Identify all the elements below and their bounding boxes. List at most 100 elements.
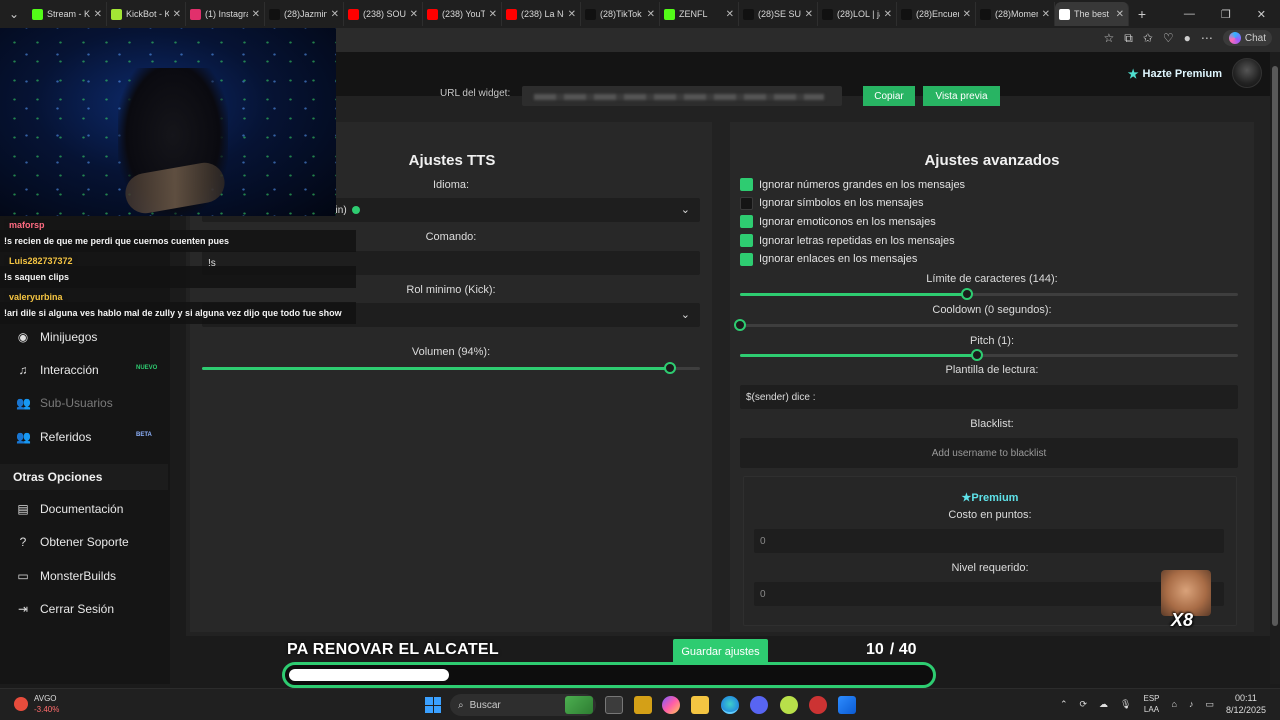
- sidebar-item-subusuarios[interactable]: 👥 Sub-Usuarios: [16, 396, 113, 410]
- close-tab-icon[interactable]: ✕: [252, 9, 260, 20]
- ignore-option[interactable]: Ignorar enlaces en los mensajes: [740, 252, 917, 266]
- close-tab-icon[interactable]: ✕: [963, 9, 971, 20]
- sidebar-item-referidos[interactable]: 👥 Referidos: [16, 430, 91, 444]
- sidebar-item-documentacin[interactable]: ▤ Documentación: [16, 502, 123, 516]
- volume-icon[interactable]: ♪: [1189, 699, 1194, 709]
- ignore-option[interactable]: Ignorar letras repetidas en los mensajes: [740, 234, 955, 248]
- ignore-option[interactable]: Ignorar números grandes en los mensajes: [740, 178, 965, 191]
- browser-tab[interactable]: ZENFL ✕: [660, 2, 739, 26]
- health-icon[interactable]: ♡: [1163, 31, 1174, 45]
- close-tab-icon[interactable]: ✕: [173, 9, 181, 20]
- minimize-icon[interactable]: —: [1184, 8, 1195, 21]
- browser-tab[interactable]: (1) Instagra ✕: [186, 2, 265, 26]
- copilot-app-icon[interactable]: [662, 696, 680, 714]
- close-tab-icon[interactable]: ✕: [489, 9, 497, 20]
- close-tab-icon[interactable]: ✕: [805, 9, 813, 20]
- checkbox[interactable]: [740, 178, 753, 191]
- app-icon[interactable]: [780, 696, 798, 714]
- avatar[interactable]: [1232, 58, 1262, 88]
- close-tab-icon[interactable]: ✕: [726, 9, 734, 20]
- char-limit-slider[interactable]: [740, 288, 1238, 300]
- favorites-icon[interactable]: ✩: [1143, 31, 1153, 45]
- sidebar-item-monsterbuilds[interactable]: ▭ MonsterBuilds: [16, 569, 116, 583]
- volume-slider[interactable]: [202, 362, 700, 374]
- mic-icon[interactable]: 🎙: [1120, 699, 1131, 710]
- sidebar-item-interaccin[interactable]: ♫ Interacción: [16, 363, 99, 377]
- close-tab-icon[interactable]: ✕: [94, 9, 102, 20]
- close-window-icon[interactable]: ✕: [1257, 8, 1266, 21]
- page-scrollbar[interactable]: [1270, 52, 1280, 684]
- profile-icon[interactable]: ●: [1184, 31, 1191, 45]
- favorite-star-icon[interactable]: ☆: [1103, 31, 1114, 45]
- browser-tab[interactable]: KickBot - K ✕: [107, 2, 186, 26]
- chevron-up-icon[interactable]: ⌃: [1060, 699, 1068, 710]
- template-input[interactable]: $(sender) dice :: [740, 385, 1238, 409]
- tab-title: (28)SE SUM: [758, 9, 801, 19]
- level-input[interactable]: 0: [754, 582, 1224, 606]
- restore-icon[interactable]: ❐: [1221, 8, 1231, 21]
- task-view-icon[interactable]: [605, 696, 623, 714]
- browser-tab[interactable]: The best Ch ✕: [1055, 2, 1129, 26]
- cooldown-slider[interactable]: [734, 319, 1238, 331]
- stock-widget[interactable]: AVGO -3.40%: [14, 693, 59, 715]
- cost-input[interactable]: 0: [754, 529, 1224, 553]
- tab-title: KickBot - K: [126, 9, 169, 19]
- preview-button[interactable]: Vista previa: [923, 86, 1000, 106]
- edge-browser-icon[interactable]: [721, 696, 739, 714]
- close-tab-icon[interactable]: ✕: [410, 9, 418, 20]
- new-tab-button[interactable]: +: [1129, 6, 1155, 22]
- browser-tab[interactable]: (28)TikTok ✕: [581, 2, 660, 26]
- photos-icon[interactable]: [838, 696, 856, 714]
- close-tab-icon[interactable]: ✕: [568, 9, 576, 20]
- browser-tab[interactable]: (28)Jazmin ✕: [265, 2, 344, 26]
- slider-knob[interactable]: [664, 362, 677, 374]
- copy-button[interactable]: Copiar: [863, 86, 915, 106]
- browser-tab[interactable]: (238) SOUN ✕: [344, 2, 423, 26]
- notes-icon[interactable]: [634, 696, 652, 714]
- start-button[interactable]: [425, 697, 441, 713]
- blacklist-input[interactable]: Add username to blacklist: [740, 438, 1238, 468]
- sync-icon[interactable]: ⟳: [1080, 699, 1088, 710]
- scrollbar-thumb[interactable]: [1272, 66, 1278, 626]
- sidebar-item-minijuegos[interactable]: ◉ Minijuegos: [16, 330, 98, 344]
- checkbox[interactable]: [740, 252, 753, 266]
- browser-tab[interactable]: Stream - Ki ✕: [28, 2, 107, 26]
- pitch-slider[interactable]: [740, 349, 1238, 361]
- copilot-chat-button[interactable]: Chat: [1222, 30, 1272, 46]
- close-tab-icon[interactable]: ✕: [884, 9, 892, 20]
- sidebar-item-cerrarsesin[interactable]: ⇥ Cerrar Sesión: [16, 602, 114, 616]
- extensions-icon[interactable]: ⧉: [1124, 31, 1133, 46]
- checkbox[interactable]: [740, 196, 753, 210]
- more-menu-icon[interactable]: ⋯: [1201, 31, 1213, 45]
- browser-tab[interactable]: (28)SE SUM ✕: [739, 2, 818, 26]
- widget-image-icon[interactable]: [565, 696, 593, 714]
- close-tab-icon[interactable]: ✕: [331, 9, 339, 20]
- language-indicator[interactable]: ESP LAA: [1143, 693, 1159, 715]
- browser-tab[interactable]: (28)Encuen ✕: [897, 2, 976, 26]
- slider-knob[interactable]: [734, 319, 746, 331]
- file-explorer-icon[interactable]: [691, 696, 709, 714]
- tab-actions-menu[interactable]: ⌄: [0, 0, 28, 28]
- browser-tab[interactable]: (28)LOL | ja ✕: [818, 2, 897, 26]
- checkbox[interactable]: [740, 215, 753, 229]
- discord-icon[interactable]: [750, 696, 768, 714]
- widget-url-field[interactable]: [522, 86, 842, 106]
- ignore-option[interactable]: Ignorar símbolos en los mensajes: [740, 196, 923, 210]
- network-icon[interactable]: ⌂: [1172, 699, 1177, 709]
- close-tab-icon[interactable]: ✕: [647, 9, 655, 20]
- browser-tab[interactable]: (238) La No ✕: [502, 2, 581, 26]
- clock[interactable]: 00:11 8/12/2025: [1226, 692, 1266, 716]
- media-icon[interactable]: [809, 696, 827, 714]
- premium-link[interactable]: ★ Hazte Premium: [1128, 67, 1222, 81]
- close-tab-icon[interactable]: ✕: [1116, 9, 1124, 20]
- ignore-option[interactable]: Ignorar emoticonos en los mensajes: [740, 215, 936, 229]
- slider-knob[interactable]: [960, 288, 973, 300]
- battery-icon[interactable]: ▭: [1205, 699, 1214, 710]
- browser-tab[interactable]: (238) YouTu ✕: [423, 2, 502, 26]
- browser-tab[interactable]: (28)Momen ✕: [976, 2, 1055, 26]
- slider-knob[interactable]: [970, 349, 983, 361]
- cloud-icon[interactable]: ☁: [1099, 699, 1108, 710]
- checkbox[interactable]: [740, 234, 753, 248]
- sidebar-item-obtenersoporte[interactable]: ? Obtener Soporte: [16, 535, 129, 549]
- close-tab-icon[interactable]: ✕: [1042, 9, 1050, 20]
